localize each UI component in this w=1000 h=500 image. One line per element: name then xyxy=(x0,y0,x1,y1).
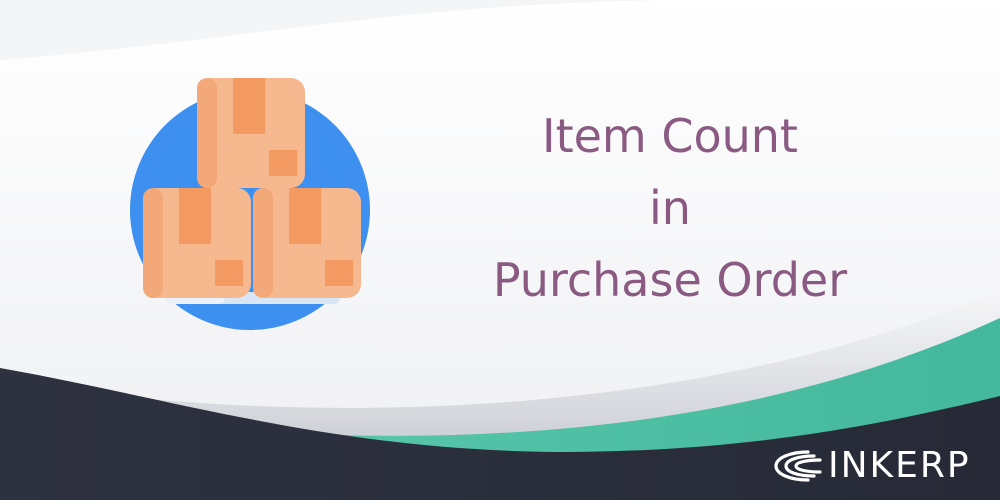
title-line-3: Purchase Order xyxy=(492,253,848,307)
banner: Item Count in Purchase Order INKERP xyxy=(0,0,1000,500)
stacked-boxes-icon xyxy=(130,78,370,330)
banner-title: Item Count in Purchase Order xyxy=(420,100,920,316)
title-line-1: Item Count xyxy=(542,109,798,163)
brand-logo: INKERP xyxy=(768,446,971,486)
title-line-2: in xyxy=(649,181,691,235)
brand-name: INKERP xyxy=(828,445,971,486)
inkerp-logo-icon xyxy=(774,450,822,482)
